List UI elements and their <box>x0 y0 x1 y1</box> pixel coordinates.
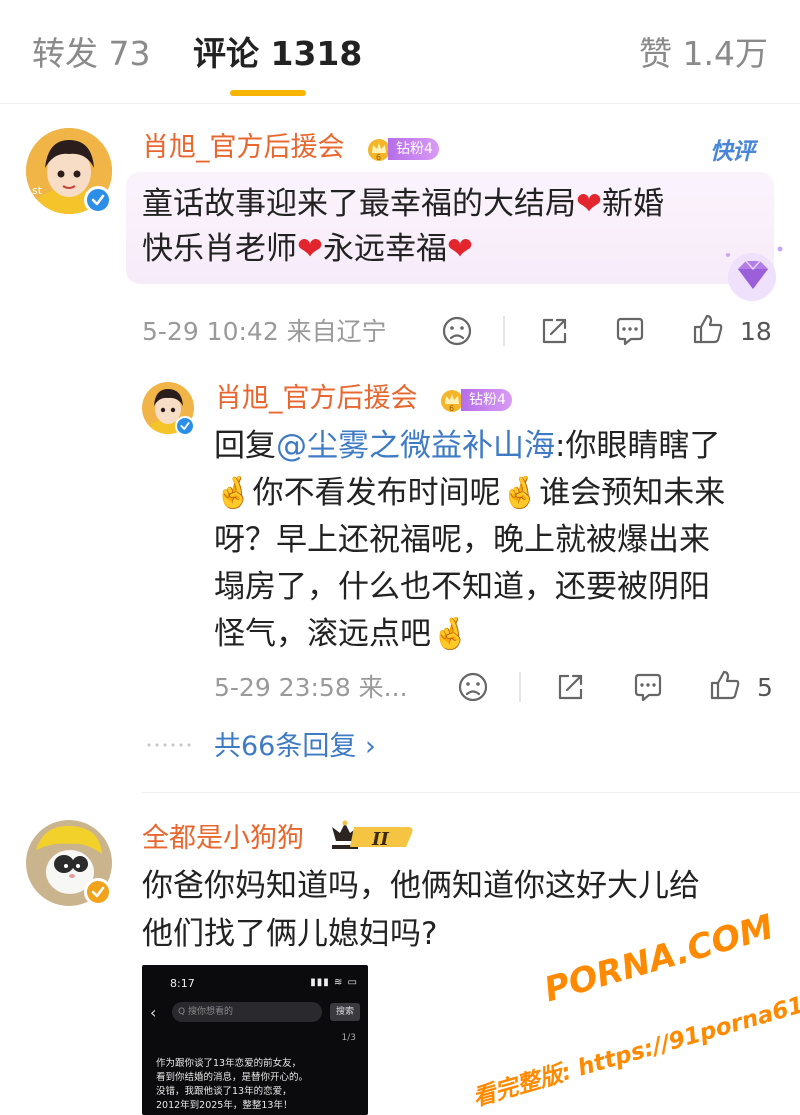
reply-text-part: 谁会预知未来 <box>539 475 726 511</box>
comment-text: 童话故事迎来了最幸福的大结局❤新婚 快乐肖老师❤永远幸福❤ <box>142 182 742 272</box>
screenshot-text-line: 2012年到2025年，整整13年！ <box>156 1100 293 1111</box>
like-icon[interactable] <box>708 668 742 702</box>
screenshot-search-field: Q 搜你想看的 <box>172 1002 322 1022</box>
meta-divider <box>503 316 505 346</box>
vip-level-text: II <box>371 829 389 850</box>
screenshot-page-indicator: 1/3 <box>341 1033 356 1043</box>
view-more-replies-link[interactable]: 共66条回复 › <box>214 730 376 764</box>
svg-text:st: st <box>32 184 43 197</box>
like-count: 18 <box>740 317 772 346</box>
screenshot-text: 作为跟你谈了13年恋爱的前女友， 看到你结婚的消息，是替你开心的。 没错，我跟他… <box>156 1057 361 1113</box>
heart-emoji-icon: ❤ <box>446 231 473 267</box>
diamond-decoration-icon <box>726 246 783 301</box>
mention-link[interactable]: @尘雾之微益补山海 <box>276 428 555 464</box>
comment-time-location: 5-29 10:42 来自辽宁 <box>142 317 387 346</box>
comment-text-part: 快乐肖老师 <box>142 231 297 267</box>
screenshot-text-line: 作为跟你谈了13年恋爱的前女友， <box>156 1058 302 1069</box>
comment-divider <box>142 792 800 793</box>
screenshot-status-icons: ▮▮▮ ≋ ▭ <box>310 977 358 988</box>
comment-text-part: 童话故事迎来了最幸福的大结局 <box>142 186 576 222</box>
svg-text:6: 6 <box>449 404 454 413</box>
reply-text-part: 塌房了，什么也不知道，还要被阴阳 <box>214 569 710 605</box>
screenshot-time: 8:17 <box>170 977 195 990</box>
vip-level-badge-icon: II <box>332 820 413 850</box>
dislike-icon[interactable] <box>456 670 490 704</box>
verified-badge-icon <box>84 878 112 906</box>
heart-emoji-icon: ❤ <box>576 186 602 222</box>
dislike-icon[interactable] <box>440 314 474 348</box>
tab-repost[interactable]: 转发 73 <box>32 34 150 74</box>
fingers-crossed-emoji-icon: 🤞 <box>214 475 253 511</box>
active-tab-indicator <box>230 90 306 96</box>
fan-badge-label: 钻粉4 <box>461 389 512 411</box>
fan-level-badge: 6 钻粉4 <box>439 387 512 413</box>
comment-tabs: 转发 73 评论 1318 赞 1.4万 <box>0 0 800 104</box>
screenshot-text-line: 看到你结婚的消息，是替你开心的。 <box>156 1072 309 1083</box>
comment-text-part: 永远幸福 <box>322 231 447 267</box>
reply-text: 回复@尘雾之微益补山海:你眼睛瞎了 🤞你不看发布时间呢🤞谁会预知未来 呀？早上还… <box>214 423 774 658</box>
reply-text-part: 怪气，滚远点吧 <box>214 616 431 652</box>
comment-text-part: 新婚 <box>601 186 664 222</box>
watermark-url: 看完整版: https://91porna61.com <box>469 974 800 1112</box>
screenshot-text-line: 没错，我跟他谈了13年的恋爱， <box>156 1086 292 1097</box>
like-count: 5 <box>757 673 773 702</box>
meta-divider <box>519 672 521 702</box>
quick-comment-button[interactable]: 快评 <box>710 132 755 166</box>
back-arrow-icon: ‹ <box>150 1003 157 1022</box>
comment-icon[interactable] <box>613 314 647 348</box>
tab-likes[interactable]: 赞 1.4万 <box>639 34 768 74</box>
reply-text-part: 你不看发布时间呢 <box>252 475 501 511</box>
comment-text-part: 你爸你妈知道吗，他俩知道你这好大儿给 <box>142 868 700 904</box>
fingers-crossed-emoji-icon: 🤞 <box>431 616 470 652</box>
reply-time-location: 5-29 23:58 来... <box>214 673 408 702</box>
reply-username[interactable]: 肖旭_官方后援会 <box>215 382 418 416</box>
comment-username[interactable]: 全都是小狗狗 <box>142 822 304 856</box>
fan-badge-label: 钻粉4 <box>388 138 439 160</box>
comment-username[interactable]: 肖旭_官方后援会 <box>142 131 345 165</box>
replies-dotted-line <box>145 743 193 747</box>
comment-text-part: 他们找了俩儿媳妇吗? <box>142 916 438 952</box>
reply-text-part: 呀？早上还祝福呢，晚上就被爆出来 <box>214 522 710 558</box>
svg-text:6: 6 <box>376 153 381 162</box>
screenshot-search-button: 搜索 <box>330 1003 360 1021</box>
tab-comments[interactable]: 评论 1318 <box>193 34 362 74</box>
comment-image[interactable]: 8:17 ▮▮▮ ≋ ▭ ‹ Q 搜你想看的 搜索 1/3 作为跟你谈了13年恋… <box>142 965 368 1115</box>
verified-badge-icon <box>175 416 195 436</box>
verified-badge-icon <box>84 186 112 214</box>
reply-text-part: :你眼睛瞎了 <box>555 428 721 464</box>
share-icon[interactable] <box>553 670 587 704</box>
heart-emoji-icon: ❤ <box>297 231 323 267</box>
reply-prefix: 回复 <box>214 428 276 464</box>
like-icon[interactable] <box>691 312 725 346</box>
fingers-crossed-emoji-icon: 🤞 <box>500 475 540 511</box>
fan-level-badge: 6 钻粉4 <box>366 136 439 162</box>
comment-icon[interactable] <box>631 670 665 704</box>
share-icon[interactable] <box>537 314 571 348</box>
